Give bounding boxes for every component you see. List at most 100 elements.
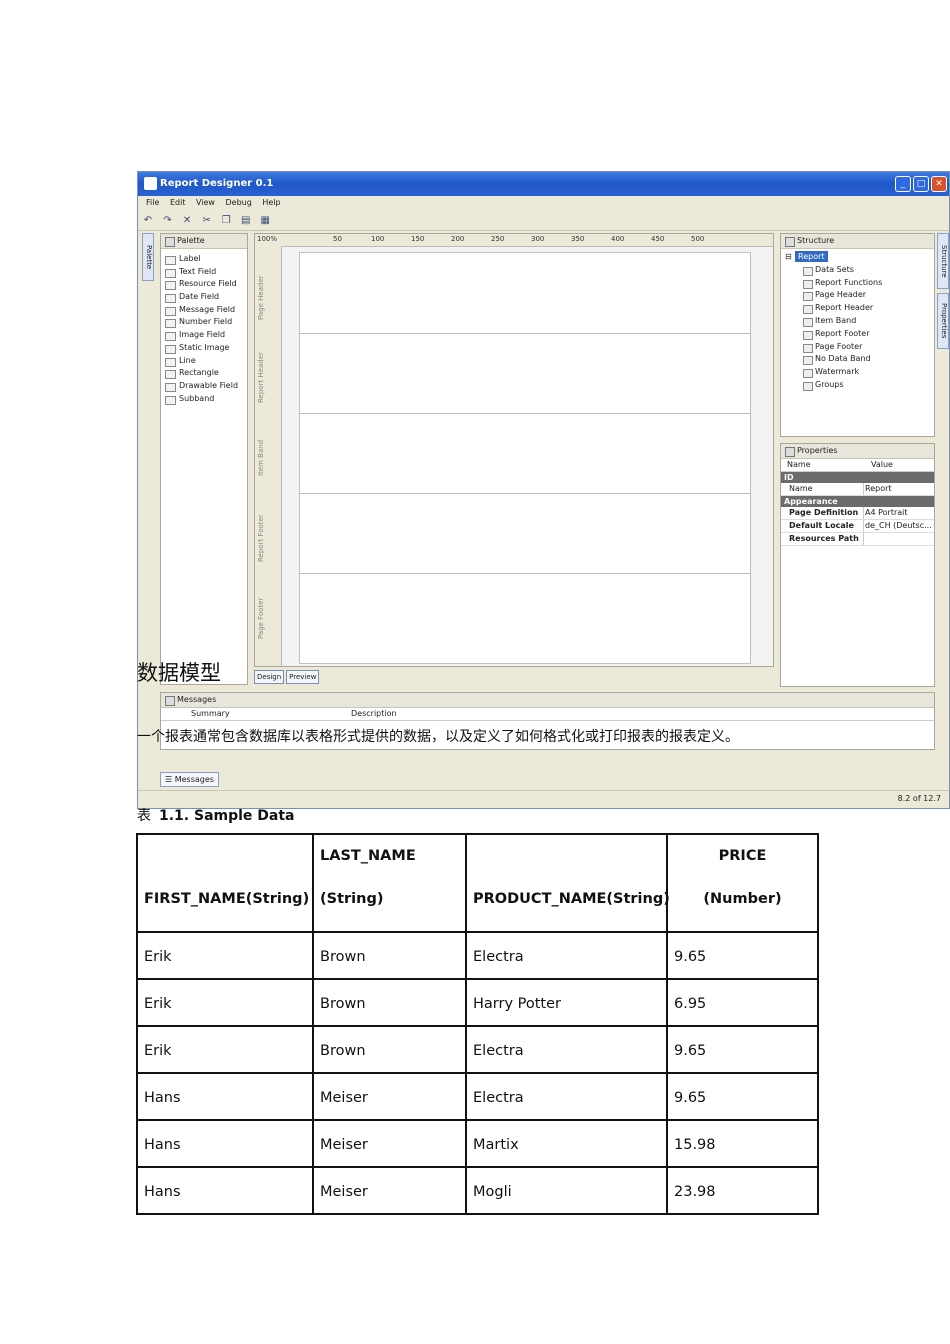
band-divider[interactable]	[300, 573, 750, 574]
header-line: PRICE	[718, 848, 767, 864]
col-value: Value	[871, 460, 893, 469]
tree-item-item-band[interactable]: Item Band	[785, 315, 934, 328]
band-icon	[803, 356, 813, 366]
prop-row-default-locale[interactable]: Default Locale de_CH (Deutsc...	[781, 520, 934, 533]
palette-item-drawable-field[interactable]: Drawable Field	[161, 380, 247, 393]
header-price: PRICE (Number)	[666, 833, 819, 933]
palette-item-line[interactable]: Line	[161, 355, 247, 368]
menu-edit[interactable]: Edit	[170, 196, 186, 210]
tree-item-page-footer[interactable]: Page Footer	[785, 341, 934, 354]
palette-item-label[interactable]: Label	[161, 253, 247, 266]
tab-design[interactable]: Design	[254, 670, 285, 684]
messages-tab-label: Messages	[174, 775, 214, 784]
prop-row-resources-path[interactable]: Resources Path	[781, 533, 934, 546]
structure-header: Structure	[781, 234, 934, 249]
cell-first-name: Erik	[136, 931, 314, 980]
tree-item-page-header[interactable]: Page Header	[785, 289, 934, 302]
cell-price: 9.65	[666, 1072, 819, 1121]
messages-title: Messages	[177, 695, 217, 704]
band-divider[interactable]	[300, 493, 750, 494]
maximize-icon[interactable]: □	[913, 176, 929, 192]
minimize-icon[interactable]: _	[895, 176, 911, 192]
report-canvas[interactable]: 100% 50 100 150 200 250 300 350 400 450 …	[254, 233, 774, 667]
delete-icon[interactable]: ✕	[180, 212, 194, 230]
watermark-icon	[803, 369, 813, 379]
tree-item-data-sets[interactable]: Data Sets	[785, 264, 934, 277]
tree-item-groups[interactable]: Groups	[785, 379, 934, 392]
palette-item-static-image[interactable]: Static Image	[161, 342, 247, 355]
structure-panel: Structure ⊟ Report Data Sets Report Funct…	[780, 233, 935, 437]
section-paragraph: 一个报表通常包含数据库以表格形式提供的数据，以及定义了如何格式化或打印报表的报表…	[137, 729, 739, 745]
palette-item-rectangle[interactable]: Rectangle	[161, 367, 247, 380]
band-label-report-header: Report Header	[257, 352, 265, 404]
palette-item-image-field[interactable]: Image Field	[161, 329, 247, 342]
header-last-name: LAST_NAME (String)	[312, 833, 467, 933]
prop-row-page-definition[interactable]: Page Definition A4 Portrait	[781, 507, 934, 520]
menu-help[interactable]: Help	[262, 196, 280, 210]
ruler-tick: 300	[531, 235, 545, 243]
tab-properties[interactable]: Properties	[937, 293, 949, 349]
palette-item-text: Image Field	[179, 330, 226, 340]
palette-title: Palette	[177, 236, 205, 245]
tree-item-watermark[interactable]: Watermark	[785, 366, 934, 379]
report-page[interactable]	[299, 252, 751, 664]
tree-root-report[interactable]: ⊟ Report	[785, 251, 934, 264]
copy-icon[interactable]: ❐	[219, 212, 233, 230]
menu-debug[interactable]: Debug	[226, 196, 252, 210]
grid-icon[interactable]: ▦	[258, 212, 272, 230]
drawable-field-icon	[165, 382, 176, 392]
band-icon	[803, 317, 813, 327]
header-line: LAST_NAME	[320, 848, 416, 864]
undo-icon[interactable]: ↶	[141, 212, 155, 230]
prop-value: Report	[865, 484, 892, 493]
properties-title: Properties	[797, 446, 838, 455]
cell-last-name: Brown	[312, 978, 467, 1027]
paste-icon[interactable]: ▤	[239, 212, 253, 230]
band-divider[interactable]	[300, 413, 750, 414]
tree-item-report-header[interactable]: Report Header	[785, 302, 934, 315]
tree-item-label: No Data Band	[815, 354, 871, 364]
tree-item-label: Item Band	[815, 315, 857, 325]
band-icon	[803, 305, 813, 315]
tab-structure[interactable]: Structure	[937, 233, 949, 289]
palette-item-subband[interactable]: Subband	[161, 393, 247, 406]
palette-item-text: Line	[179, 355, 196, 365]
section-heading: 数据模型	[137, 661, 221, 685]
palette-item-text-field[interactable]: Text Field	[161, 266, 247, 279]
menu-bar: File Edit View Debug Help	[138, 196, 949, 210]
tree-item-report-footer[interactable]: Report Footer	[785, 328, 934, 341]
cell-product-name: Martix	[465, 1119, 668, 1168]
tab-preview[interactable]: Preview	[286, 670, 320, 684]
palette-item-text: Label	[179, 254, 201, 263]
palette-panel: Palette Label Text Field Resource Field …	[160, 233, 248, 685]
tree-item-report-functions[interactable]: Report Functions	[785, 277, 934, 290]
header-line: (String)	[320, 891, 384, 907]
title-bar: Report Designer 0.1 _ □ ✕	[138, 172, 949, 196]
cut-icon[interactable]: ✂	[200, 212, 214, 230]
band-divider[interactable]	[300, 333, 750, 334]
tab-palette[interactable]: Palette	[142, 233, 154, 281]
palette-item-text: Drawable Field	[179, 380, 239, 390]
palette-item-message-field[interactable]: Message Field	[161, 304, 247, 317]
group-appearance[interactable]: Appearance	[781, 496, 934, 507]
app-icon	[144, 177, 157, 190]
prop-row-name[interactable]: Name Report	[781, 483, 934, 496]
ruler-tick: 250	[491, 235, 505, 243]
palette-item-date-field[interactable]: Date Field	[161, 291, 247, 304]
menu-view[interactable]: View	[196, 196, 215, 210]
prop-value: de_CH (Deutsc...	[865, 521, 932, 530]
messages-icon	[165, 696, 175, 706]
group-id[interactable]: ID	[781, 472, 934, 483]
palette-item-text: Message Field	[179, 304, 236, 314]
redo-icon[interactable]: ↷	[161, 212, 175, 230]
static-image-icon	[165, 344, 176, 354]
message-field-icon	[165, 306, 176, 316]
vertical-ruler: Page Header Report Header Item Band Repo…	[255, 246, 282, 666]
tree-item-no-data-band[interactable]: No Data Band	[785, 353, 934, 366]
menu-file[interactable]: File	[146, 196, 159, 210]
tab-messages[interactable]: ☰ Messages	[160, 772, 219, 787]
label-icon	[165, 256, 176, 265]
close-icon[interactable]: ✕	[931, 176, 947, 192]
palette-item-resource-field[interactable]: Resource Field	[161, 278, 247, 291]
palette-item-number-field[interactable]: Number Field	[161, 316, 247, 329]
